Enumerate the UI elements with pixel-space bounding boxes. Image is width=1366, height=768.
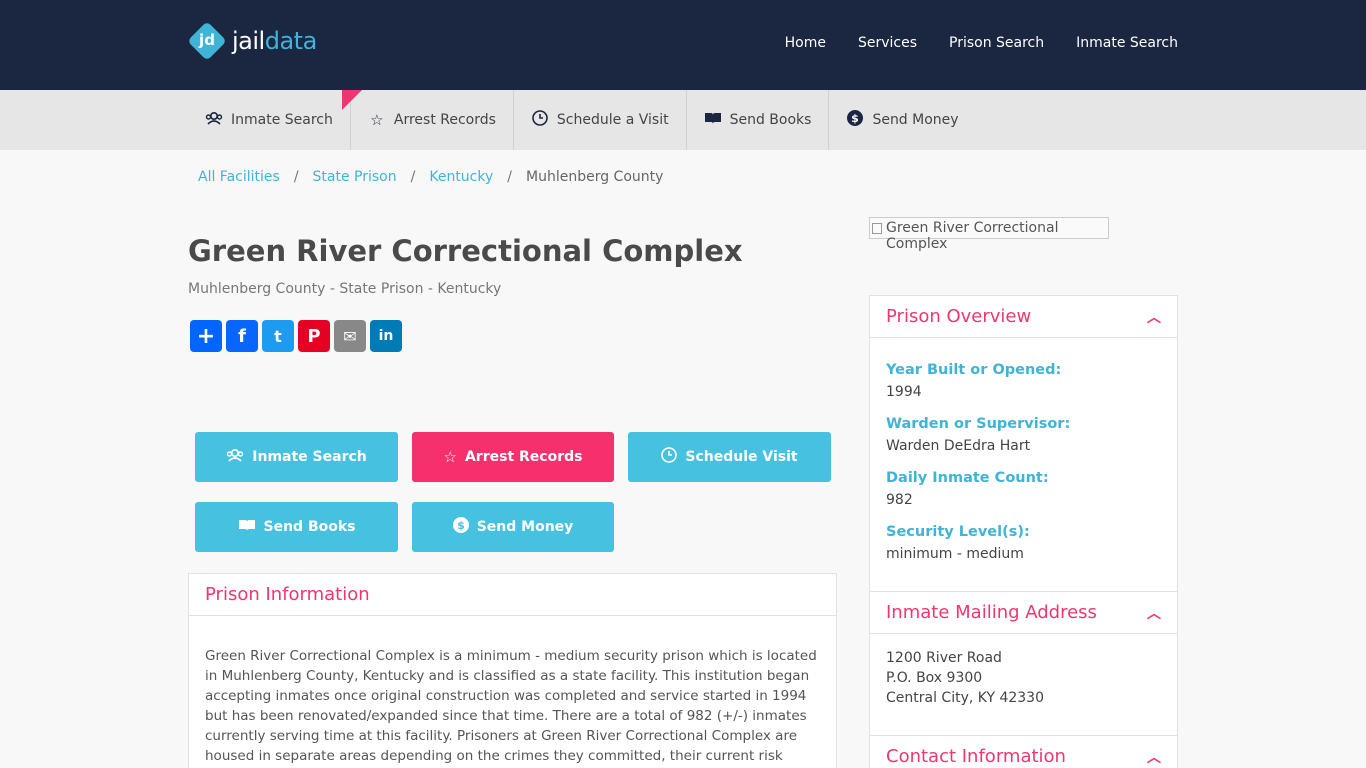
chevron-up-icon[interactable]: ︿ xyxy=(1147,307,1161,327)
subnav-inmate-search[interactable]: Inmate Search xyxy=(188,90,351,150)
facility-image-alt: Green River Correctional Complex xyxy=(886,220,1059,252)
inmate-search-icon xyxy=(205,111,223,129)
dollar-icon: $ xyxy=(452,517,469,537)
broken-image-icon xyxy=(872,223,882,234)
star-badge-icon: ☆ xyxy=(443,448,457,466)
field-label: Daily Inmate Count: xyxy=(886,470,1049,486)
panel-title: Contact Information xyxy=(886,746,1066,767)
subnav-label: Inmate Search xyxy=(231,112,333,128)
subnav-send-money[interactable]: $ Send Money xyxy=(829,90,975,150)
chevron-up-icon[interactable]: ︿ xyxy=(1147,603,1161,623)
mailing-address-panel: Inmate Mailing Address ︿ 1200 River Road… xyxy=(869,591,1178,737)
book-icon xyxy=(704,111,722,129)
linkedin-icon[interactable]: in xyxy=(370,320,402,352)
logo-wordmark: jaildata xyxy=(232,27,317,55)
prison-information-panel: Prison Information Green River Correctio… xyxy=(188,573,837,768)
breadcrumb-state-prison[interactable]: State Prison xyxy=(313,169,397,185)
star-badge-icon: ☆ xyxy=(370,111,384,129)
button-label: Inmate Search xyxy=(252,449,367,465)
facebook-icon[interactable]: f xyxy=(226,320,258,352)
subnav-label: Schedule a Visit xyxy=(556,112,669,128)
page-subtitle: Muhlenberg County - State Prison - Kentu… xyxy=(188,281,502,297)
breadcrumb-current: Muhlenberg County xyxy=(526,169,664,185)
breadcrumb-separator: / xyxy=(507,169,512,185)
address-line: 1200 River Road xyxy=(886,650,1002,666)
button-label: Send Books xyxy=(263,519,356,535)
nav-home-link[interactable]: Home xyxy=(785,35,826,51)
email-icon[interactable]: ✉ xyxy=(334,320,366,352)
mailing-body: 1200 River Road P.O. Box 9300 Central Ci… xyxy=(870,634,1177,724)
arrest-records-button[interactable]: ☆ Arrest Records xyxy=(412,432,614,482)
chevron-up-icon[interactable]: ︿ xyxy=(1147,747,1161,767)
subnav-schedule-visit[interactable]: Schedule a Visit xyxy=(514,90,687,150)
breadcrumb-kentucky[interactable]: Kentucky xyxy=(429,169,493,185)
svg-text:$: $ xyxy=(852,112,860,125)
field-value: 982 xyxy=(886,492,913,508)
field-value: Warden DeEdra Hart xyxy=(886,438,1031,454)
pinterest-icon[interactable]: P xyxy=(298,320,330,352)
nav-services-link[interactable]: Services xyxy=(858,35,917,51)
field-label: Security Level(s): xyxy=(886,524,1030,540)
panel-header[interactable]: Contact Information ︿ xyxy=(870,736,1177,768)
share-bar: + f t P ✉ in xyxy=(190,320,402,352)
prison-overview-panel: Prison Overview ︿ Year Built or Opened: … xyxy=(869,295,1178,592)
inmate-search-icon xyxy=(226,448,244,466)
breadcrumb-separator: / xyxy=(410,169,416,185)
panel-header[interactable]: Inmate Mailing Address ︿ xyxy=(870,592,1177,634)
subnav-arrest-records[interactable]: ☆ Arrest Records xyxy=(351,90,514,150)
share-add-icon[interactable]: + xyxy=(190,320,222,352)
top-header: jd jaildata Home Services Prison Search … xyxy=(0,0,1366,90)
field-value: 1994 xyxy=(886,384,922,400)
field-label: Year Built or Opened: xyxy=(886,362,1062,378)
button-label: Send Money xyxy=(476,519,574,535)
logo-data: data xyxy=(264,27,318,55)
subnav-label: Send Books xyxy=(729,112,812,128)
field-value: minimum - medium xyxy=(886,546,1024,562)
service-subnav: Inmate Search ☆ Arrest Records Schedule … xyxy=(0,90,1366,150)
panel-header[interactable]: Prison Overview ︿ xyxy=(870,296,1177,338)
breadcrumb-separator: / xyxy=(293,169,299,185)
subnav-label: Send Money xyxy=(872,112,959,128)
panel-title: Inmate Mailing Address xyxy=(886,602,1097,623)
logo-jail: jail xyxy=(232,27,265,55)
panel-title: Prison Information xyxy=(205,584,370,605)
inmate-search-button[interactable]: Inmate Search xyxy=(195,432,398,482)
nav-inmate-search-link[interactable]: Inmate Search xyxy=(1076,35,1178,51)
breadcrumb: All Facilities / State Prison / Kentucky… xyxy=(198,169,663,185)
page-title: Green River Correctional Complex xyxy=(188,234,743,268)
ribbon-corner xyxy=(342,90,362,110)
logo-mark-icon: jd xyxy=(187,21,227,61)
address-line: Central City, KY 42330 xyxy=(886,690,1044,706)
breadcrumb-all-facilities[interactable]: All Facilities xyxy=(198,169,280,185)
subnav-label: Arrest Records xyxy=(393,112,496,128)
send-money-button[interactable]: $ Send Money xyxy=(412,502,614,552)
nav-prison-search-link[interactable]: Prison Search xyxy=(949,35,1044,51)
prison-info-text: Green River Correctional Complex is a mi… xyxy=(205,648,817,764)
logo-mark-text: jd xyxy=(199,31,215,49)
address-line: P.O. Box 9300 xyxy=(886,670,983,686)
clock-icon xyxy=(661,447,678,467)
twitter-icon[interactable]: t xyxy=(262,320,294,352)
field-label: Warden or Supervisor: xyxy=(886,416,1071,432)
panel-header: Prison Information xyxy=(189,574,836,616)
subnav-send-books[interactable]: Send Books xyxy=(687,90,830,150)
contact-information-panel: Contact Information ︿ xyxy=(869,735,1178,768)
svg-text:$: $ xyxy=(457,519,465,532)
panel-title: Prison Overview xyxy=(886,306,1032,327)
site-logo[interactable]: jd jaildata xyxy=(187,21,317,61)
button-label: Arrest Records xyxy=(464,449,583,465)
dollar-icon: $ xyxy=(846,110,864,130)
facility-image: Green River Correctional Complex xyxy=(869,217,1109,252)
top-nav: Home Services Prison Search Inmate Searc… xyxy=(785,35,1178,51)
send-books-button[interactable]: Send Books xyxy=(195,502,398,552)
clock-icon xyxy=(531,110,549,130)
overview-body: Year Built or Opened: 1994 Warden or Sup… xyxy=(870,338,1177,580)
schedule-visit-button[interactable]: Schedule Visit xyxy=(628,432,831,482)
button-label: Schedule Visit xyxy=(685,449,798,465)
book-icon xyxy=(238,518,256,536)
